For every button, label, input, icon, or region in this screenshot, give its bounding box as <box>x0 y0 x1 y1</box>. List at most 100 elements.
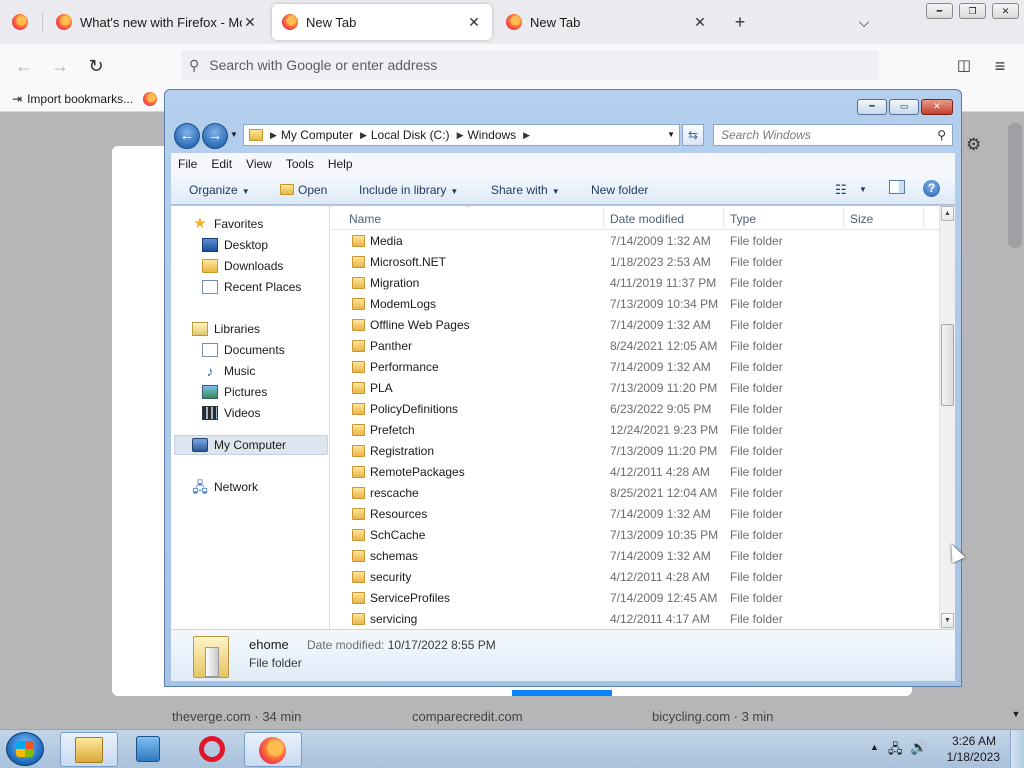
file-row[interactable]: schemas 7/14/2009 1:32 AM File folder <box>331 546 939 567</box>
page-scroll-thumb[interactable] <box>1008 123 1022 248</box>
breadcrumb-windows[interactable]: Windows <box>467 128 516 142</box>
file-row[interactable]: Performance 7/14/2009 1:32 AM File folder <box>331 357 939 378</box>
breadcrumb-separator-icon[interactable]: ▶ <box>270 130 277 141</box>
url-bar[interactable]: ⚲ Search with Google or enter address <box>181 50 879 80</box>
column-date-modified[interactable]: Date modified <box>610 212 684 226</box>
nav-my-computer[interactable]: My Computer <box>174 435 328 455</box>
menu-view[interactable]: View <box>239 157 279 171</box>
file-row[interactable]: SchCache 7/13/2009 10:35 PM File folder <box>331 525 939 546</box>
forward-arrow-icon[interactable]: → <box>46 52 74 80</box>
tab-new-tab[interactable]: New Tab ✕ <box>496 4 718 40</box>
scroll-thumb[interactable] <box>941 324 954 406</box>
close-tab-icon[interactable]: ✕ <box>242 14 258 31</box>
explorer-maximize-button[interactable]: ▭ <box>889 99 919 115</box>
nav-music[interactable]: ♪ Music <box>202 361 256 381</box>
recent-pages-chevron-icon[interactable]: ▼ <box>230 130 238 139</box>
file-row[interactable]: RemotePackages 4/12/2011 4:28 AM File fold… <box>331 462 939 483</box>
page-scroll-down-arrow[interactable]: ▼ <box>1008 709 1024 729</box>
back-button[interactable]: ← <box>174 123 200 149</box>
file-row[interactable]: PolicyDefinitions 6/23/2022 9:05 PM File f… <box>331 399 939 420</box>
file-row[interactable]: ModemLogs 7/13/2009 10:34 PM File folder <box>331 294 939 315</box>
file-row[interactable]: Migration 4/11/2019 11:37 PM File folder <box>331 273 939 294</box>
breadcrumb-separator-icon[interactable]: ▶ <box>457 130 464 141</box>
refresh-button[interactable]: ⇆ <box>682 124 704 146</box>
hamburger-menu-icon[interactable]: ≡ <box>986 52 1014 80</box>
volume-icon[interactable]: 🔊 <box>910 739 927 756</box>
bookmark-favicon-icon[interactable] <box>143 91 158 106</box>
start-button[interactable] <box>6 732 44 766</box>
column-divider[interactable] <box>723 208 724 228</box>
reload-icon[interactable]: ↻ <box>82 52 110 80</box>
file-row[interactable]: ServiceProfiles 7/14/2009 12:45 AM File fo… <box>331 588 939 609</box>
firefox-menu-icon[interactable] <box>12 14 28 30</box>
share-with-button[interactable]: Share with ▼ <box>491 183 560 197</box>
breadcrumb-separator-icon[interactable]: ▶ <box>360 130 367 141</box>
nav-favorites[interactable]: ★ Favorites <box>192 214 263 234</box>
taskbar-firefox[interactable] <box>244 732 302 767</box>
tab-new-tab-active[interactable]: New Tab ✕ <box>272 4 492 40</box>
column-size[interactable]: Size <box>850 212 873 226</box>
new-folder-button[interactable]: New folder <box>591 183 648 197</box>
back-arrow-icon[interactable]: ← <box>10 52 38 80</box>
top-site-comparecredit[interactable]: comparecredit.com <box>412 709 523 724</box>
menu-edit[interactable]: Edit <box>204 157 239 171</box>
settings-gear-icon[interactable]: ⚙ <box>966 135 981 155</box>
forward-button[interactable]: → <box>202 123 228 149</box>
network-tray-icon[interactable]: 🖧 <box>888 740 903 762</box>
top-site-bicycling[interactable]: bicycling.com · 3 min <box>652 709 773 724</box>
file-row[interactable]: Registration 7/13/2009 11:20 PM File folde… <box>331 441 939 462</box>
nav-downloads[interactable]: Downloads <box>202 256 283 276</box>
organize-button[interactable]: Organize ▼ <box>189 183 250 197</box>
show-hidden-icons-chevron-icon[interactable]: ▲ <box>870 742 879 752</box>
browser-close-button[interactable]: ✕ <box>992 3 1019 19</box>
pocket-icon[interactable]: ◫ <box>950 52 978 80</box>
file-row[interactable]: Offline Web Pages 7/14/2009 1:32 AM File f… <box>331 315 939 336</box>
file-row[interactable]: servicing 4/12/2011 4:17 AM File folder <box>331 609 939 629</box>
scroll-up-arrow-icon[interactable]: ▲ <box>941 206 954 221</box>
file-row[interactable]: security 4/12/2011 4:28 AM File folder <box>331 567 939 588</box>
help-icon[interactable]: ? <box>923 180 940 197</box>
address-bar[interactable]: ▶ My Computer ▶ Local Disk (C:) ▶ Window… <box>243 124 680 146</box>
close-tab-icon[interactable]: ✕ <box>692 14 708 31</box>
column-divider[interactable] <box>843 208 844 228</box>
tab-whats-new[interactable]: What's new with Firefox - More ✕ <box>46 4 268 40</box>
nav-videos[interactable]: Videos <box>202 403 260 423</box>
nav-desktop[interactable]: Desktop <box>202 235 268 255</box>
close-tab-icon[interactable]: ✕ <box>466 14 482 31</box>
search-icon[interactable]: ⚲ <box>937 128 946 142</box>
clock-time[interactable]: 3:26 AM <box>952 734 996 748</box>
column-type[interactable]: Type <box>730 212 756 226</box>
taskbar-opera[interactable] <box>182 732 240 767</box>
file-row[interactable]: Media 7/14/2009 1:32 AM File folder <box>331 231 939 252</box>
import-bookmarks-link[interactable]: Import bookmarks... <box>27 92 133 106</box>
scroll-down-arrow-icon[interactable]: ▼ <box>941 613 954 628</box>
breadcrumb-separator-icon[interactable]: ▶ <box>523 130 530 141</box>
nav-libraries[interactable]: Libraries <box>192 319 260 339</box>
file-row[interactable]: Panther 8/24/2021 12:05 AM File folder <box>331 336 939 357</box>
file-row[interactable]: Microsoft.NET 1/18/2023 2:53 AM File folde… <box>331 252 939 273</box>
nav-recent-places[interactable]: Recent Places <box>202 277 301 297</box>
column-divider[interactable] <box>923 208 924 228</box>
nav-network[interactable]: 🖧 Network <box>192 477 258 497</box>
taskbar-media-player[interactable] <box>120 732 178 767</box>
explorer-close-button[interactable]: ✕ <box>921 99 953 115</box>
menu-help[interactable]: Help <box>321 157 360 171</box>
menu-tools[interactable]: Tools <box>279 157 321 171</box>
nav-documents[interactable]: Documents <box>202 340 285 360</box>
address-dropdown-icon[interactable]: ▼ <box>667 130 675 139</box>
view-options-chevron-icon[interactable]: ▼ <box>859 185 867 194</box>
show-desktop-button[interactable] <box>1010 730 1024 768</box>
column-name[interactable]: Name <box>349 212 381 226</box>
list-all-tabs-chevron-icon[interactable]: ⌵ <box>851 8 877 36</box>
browser-restore-button[interactable]: ❐ <box>959 3 986 19</box>
open-button[interactable]: Open <box>280 183 327 197</box>
search-input[interactable]: Search Windows ⚲ <box>713 124 953 146</box>
column-divider[interactable] <box>603 208 604 228</box>
clock-date[interactable]: 1/18/2023 <box>947 750 1000 764</box>
taskbar-explorer[interactable] <box>60 732 118 767</box>
file-row[interactable]: Resources 7/14/2009 1:32 AM File folder <box>331 504 939 525</box>
preview-pane-icon[interactable] <box>889 180 905 194</box>
file-list-scrollbar[interactable]: ▲ ▼ <box>939 206 955 629</box>
file-row[interactable]: PLA 7/13/2009 11:20 PM File folder <box>331 378 939 399</box>
breadcrumb-my-computer[interactable]: My Computer <box>281 128 353 142</box>
